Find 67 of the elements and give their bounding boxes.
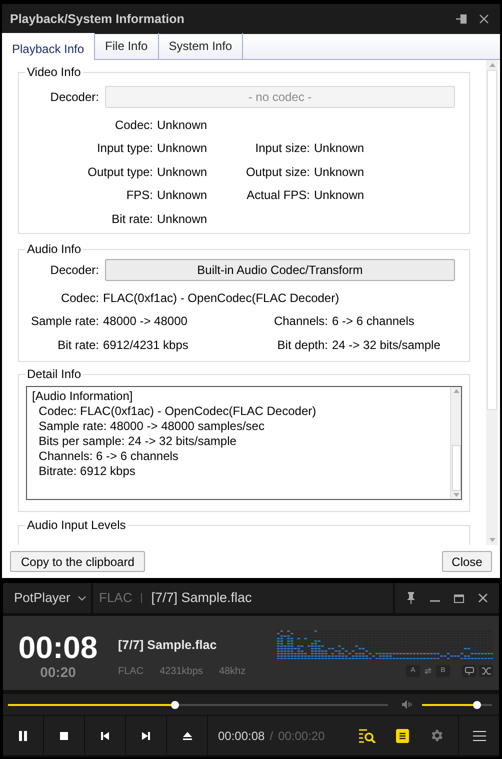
detail-line: [Audio Information] (32, 388, 134, 404)
track-meta: 4231kbps (160, 664, 203, 679)
field-value: Unknown (157, 210, 208, 228)
eject-icon[interactable] (167, 716, 207, 755)
volume-thumb[interactable] (473, 700, 482, 708)
total-time: 00:20 (40, 664, 76, 680)
copy-button[interactable]: Copy to the clipboard (10, 551, 146, 572)
detail-line: Sample rate: 48000 -> 48000 samples/sec (38, 418, 266, 434)
field-value: Unknown (157, 116, 208, 134)
field-value: Unknown (157, 140, 208, 158)
track-meta: 48khz (218, 664, 246, 679)
field-label: Output size: (244, 164, 310, 181)
current-time: 00:00:08 (218, 728, 265, 744)
decoder-button[interactable]: Built-in Audio Codec/Transform (105, 258, 455, 280)
track-title: [7/7] Sample.flac (118, 637, 218, 654)
field-value: FLAC(0xf1ac) - OpenCodec(FLAC Decoder) (103, 290, 340, 307)
field-label: Bit rate: (110, 210, 153, 228)
elapsed-time: 00:08 (18, 632, 98, 664)
field-label: Input size: (254, 140, 310, 158)
time-separator: / (270, 728, 274, 744)
field-label: Actual FPS: (246, 187, 310, 204)
field-label: Channels: (272, 313, 328, 330)
pause-icon[interactable] (3, 716, 43, 755)
field-label: Bit depth: (276, 336, 328, 354)
field-value: Unknown (314, 140, 364, 158)
field-value: 6912/4231 kbps (103, 336, 188, 354)
field-value: 48000 -> 48000 (103, 313, 188, 330)
total-time: 00:00:20 (278, 728, 325, 744)
speaker-icon[interactable] (400, 698, 414, 712)
detail-line: Channels: 6 -> 6 channels (38, 448, 180, 464)
scroll-up-icon[interactable] (452, 386, 460, 394)
field-label: Decoder: (49, 262, 99, 278)
tab[interactable]: System Info (158, 33, 244, 59)
field-label: Input type: (96, 140, 153, 158)
field-label: Output type: (86, 164, 153, 181)
window-title: Playback/System Information (10, 10, 186, 28)
seek-thumb[interactable] (171, 700, 180, 708)
field-label: Codec: (60, 290, 99, 307)
field-value: Unknown (157, 187, 208, 204)
detail-text-area[interactable]: [Audio Information] Codec: FLAC(0xf1ac) - OpenCodec(FLAC Decoder) Sample rate: 48000 -> 48000 samples/sec Bits per sample: 24 -> 32 bits/sample Channels: 6 -> 6 channels Bitrate: 6912 kbps (26, 386, 462, 500)
field-label: FPS: (125, 187, 153, 204)
field-label: Sample rate: (30, 313, 99, 330)
field-value: Unknown (314, 164, 364, 181)
scrollbar[interactable] (450, 386, 461, 498)
previous-icon[interactable] (85, 716, 125, 755)
field-label: Decoder: (49, 88, 99, 106)
field-value: Unknown (314, 187, 364, 204)
format-label: FLAC (99, 589, 132, 608)
field-value: Unknown (157, 164, 208, 181)
next-icon[interactable] (126, 716, 166, 755)
detail-line: Bitrate: 6912 kbps (38, 464, 136, 478)
detail-line: Bits per sample: 24 -> 32 bits/sample (38, 434, 238, 448)
field-label: Bit rate: (56, 336, 99, 354)
close-button[interactable]: Close (442, 551, 492, 572)
field-label: Codec: (114, 116, 153, 134)
chevron-down-icon (78, 596, 86, 600)
menu-icon[interactable] (459, 716, 499, 755)
detail-line: Codec: FLAC(0xf1ac) - OpenCodec(FLAC Decoder) (38, 404, 318, 418)
stop-icon[interactable] (44, 716, 84, 755)
app-menu[interactable]: PotPlayer (3, 583, 91, 613)
shuffle-icon[interactable] (479, 665, 493, 677)
field-value: 24 -> 32 bits/sample (332, 336, 440, 354)
tab[interactable]: File Info (95, 33, 159, 59)
tab[interactable]: Playback Info (2, 33, 96, 60)
track-meta: FLAC (118, 664, 144, 679)
file-title: [7/7] Sample.flac (151, 588, 252, 607)
field-value: 6 -> 6 channels (332, 313, 414, 330)
